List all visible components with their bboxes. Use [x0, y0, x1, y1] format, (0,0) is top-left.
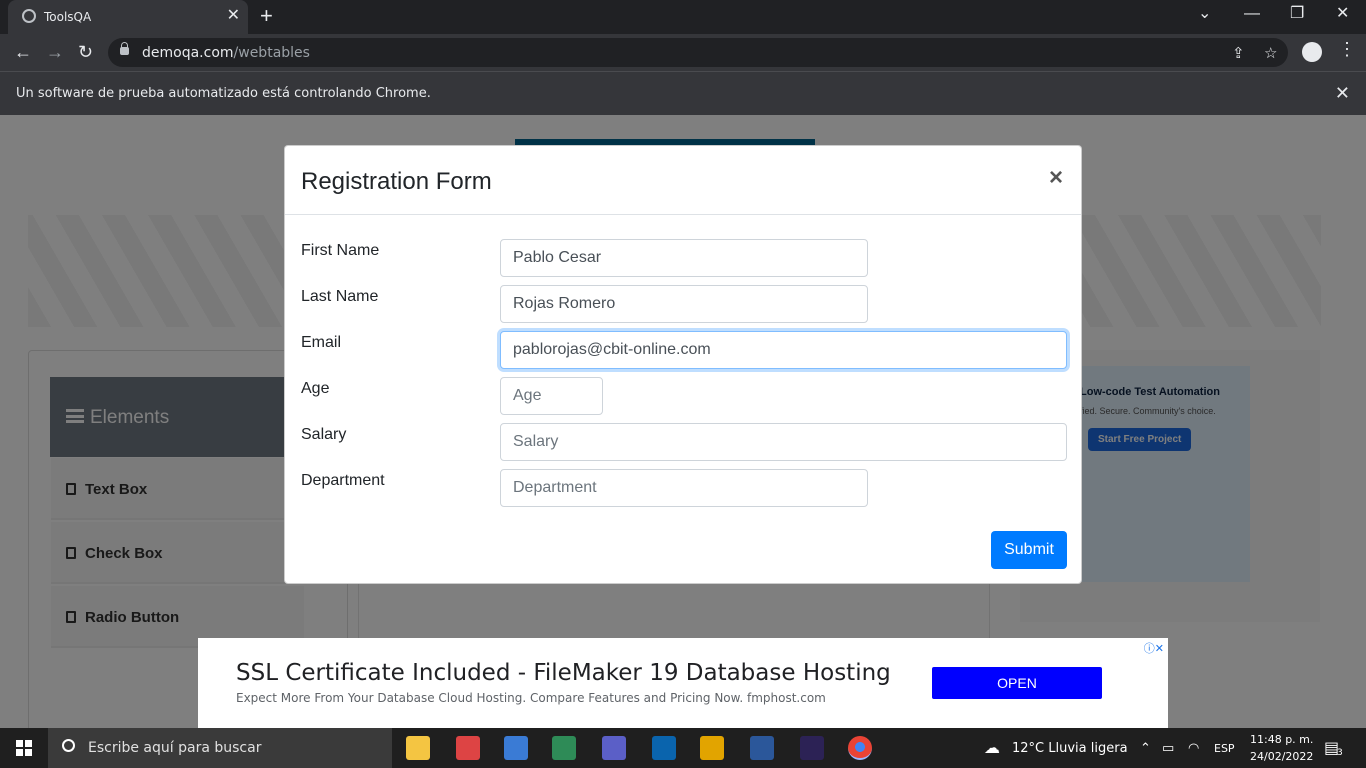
taskbar-search-placeholder: Escribe aquí para buscar — [88, 740, 262, 756]
window-close-icon[interactable]: ✕ — [1336, 6, 1349, 22]
lock-icon[interactable] — [120, 42, 129, 55]
profile-avatar-icon[interactable] — [1302, 42, 1322, 62]
taskbar-clock[interactable]: 11:48 p. m. 24/02/2022 — [1250, 731, 1313, 765]
share-icon[interactable]: ⇪ — [1232, 44, 1245, 62]
snipping-tool-icon[interactable] — [456, 736, 480, 760]
windows-start-icon[interactable] — [16, 740, 32, 756]
git-app-icon[interactable] — [700, 736, 724, 760]
tab-title: ToolsQA — [44, 10, 92, 24]
clock-time: 11:48 p. m. — [1250, 733, 1314, 746]
restore-icon[interactable]: ❐ — [1290, 6, 1304, 22]
bottom-ad-description: Expect More From Your Database Cloud Hos… — [236, 691, 826, 705]
bottom-advertisement[interactable]: ⓘ✕ SSL Certificate Included - FileMaker … — [198, 638, 1168, 728]
modal-title: Registration Form — [301, 168, 492, 195]
search-icon — [62, 739, 75, 752]
battery-icon[interactable]: ▭ — [1162, 741, 1174, 756]
url-text[interactable]: demoqa.com/webtables — [142, 45, 310, 61]
network-app-icon[interactable] — [504, 736, 528, 760]
registration-modal: Registration Form × First Name Last Name… — [284, 145, 1082, 584]
age-input[interactable] — [500, 377, 603, 415]
modal-close-icon[interactable]: × — [1049, 164, 1063, 192]
modal-header: Registration Form × — [285, 146, 1081, 215]
ad-choices-icon[interactable]: ⓘ✕ — [1144, 640, 1164, 656]
windows-taskbar: Escribe aquí para buscar ☁ 12°C Lluvia l… — [0, 728, 1366, 768]
wifi-icon[interactable]: ◠ — [1188, 741, 1199, 756]
language-indicator[interactable]: ESP — [1214, 742, 1235, 755]
salary-label: Salary — [301, 426, 347, 443]
weather-cloud-icon[interactable]: ☁ — [984, 738, 1000, 757]
browser-tab[interactable]: ToolsQA ✕ — [8, 0, 248, 34]
chrome-icon[interactable] — [848, 736, 872, 760]
taskbar-search[interactable]: Escribe aquí para buscar — [48, 728, 392, 768]
eclipse-icon[interactable] — [800, 736, 824, 760]
last-name-input[interactable] — [500, 285, 868, 323]
url-path: /webtables — [233, 45, 310, 61]
notification-count: 3 — [1337, 748, 1343, 758]
bottom-ad-open-button[interactable]: OPEN — [932, 667, 1102, 699]
infobar-close-icon[interactable]: ✕ — [1335, 83, 1350, 104]
first-name-label: First Name — [301, 242, 380, 259]
globe-icon — [22, 9, 36, 23]
department-label: Department — [301, 472, 385, 489]
media-app-icon[interactable] — [552, 736, 576, 760]
age-label: Age — [301, 380, 330, 397]
new-tab-button[interactable]: + — [260, 5, 273, 27]
automation-infobar: Un software de prueba automatizado está … — [0, 71, 1366, 115]
bottom-ad-headline[interactable]: SSL Certificate Included - FileMaker 19 … — [236, 660, 891, 686]
file-explorer-icon[interactable] — [406, 736, 430, 760]
url-host: demoqa.com — [142, 45, 234, 61]
tray-expand-icon[interactable]: ⌃ — [1140, 741, 1151, 756]
tab-close-icon[interactable]: ✕ — [227, 7, 240, 25]
forward-icon[interactable]: → — [46, 42, 64, 62]
teams-icon[interactable] — [602, 736, 626, 760]
last-name-label: Last Name — [301, 288, 379, 305]
infobar-message: Un software de prueba automatizado está … — [16, 86, 431, 101]
bookmark-star-icon[interactable]: ☆ — [1264, 44, 1277, 62]
chrome-menu-icon[interactable]: ⋮ — [1338, 40, 1356, 58]
salary-input[interactable] — [500, 423, 1067, 461]
address-bar[interactable]: demoqa.com/webtables ⇪ ☆ — [108, 38, 1288, 67]
clock-date: 24/02/2022 — [1250, 750, 1314, 763]
department-input[interactable] — [500, 469, 868, 507]
first-name-input[interactable] — [500, 239, 868, 277]
browser-tab-strip: ToolsQA ✕ + ⌄ — ❐ ✕ — [0, 0, 1366, 34]
reload-icon[interactable]: ↻ — [78, 42, 93, 62]
word-icon[interactable] — [750, 736, 774, 760]
outlook-icon[interactable] — [652, 736, 676, 760]
minimize-icon[interactable]: — — [1244, 6, 1260, 22]
email-label: Email — [301, 334, 342, 351]
email-input[interactable] — [500, 331, 1067, 369]
back-icon[interactable]: ← — [14, 42, 32, 62]
weather-text[interactable]: 12°C Lluvia ligera — [1012, 741, 1128, 756]
browser-toolbar: ← → ↻ demoqa.com/webtables ⇪ ☆ ⋮ — [0, 34, 1366, 71]
submit-button[interactable]: Submit — [991, 531, 1067, 569]
tab-search-icon[interactable]: ⌄ — [1198, 6, 1211, 22]
